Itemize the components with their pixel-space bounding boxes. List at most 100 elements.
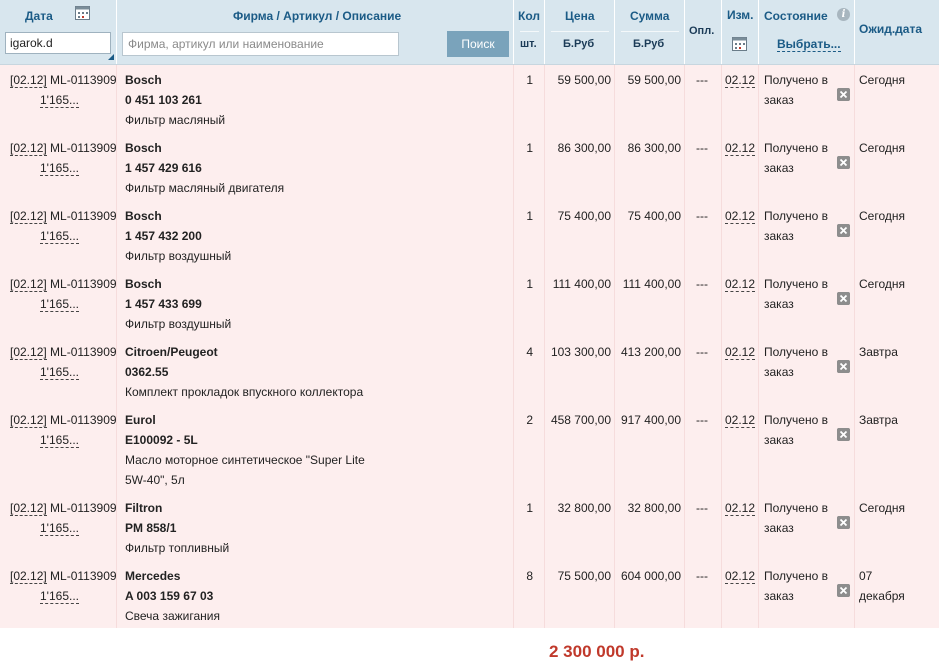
row-sub[interactable]: 1'165... — [40, 294, 79, 314]
row-date[interactable]: [02.12] ML-0113909 — [10, 342, 117, 362]
calendar-icon[interactable] — [732, 37, 747, 51]
header-date: Дата — [0, 0, 116, 64]
row-sub-link[interactable]: 1'165... — [40, 434, 79, 448]
row-changed[interactable]: 02.12 — [725, 498, 756, 518]
row-changed[interactable]: 02.12 — [725, 342, 756, 362]
row-brand: Bosch — [125, 209, 162, 223]
row-qty: 8 — [526, 569, 533, 583]
resize-handle-icon[interactable] — [108, 54, 114, 60]
header-paid-title[interactable]: Опл. — [689, 25, 714, 37]
row-qty: 1 — [526, 141, 533, 155]
row-changed-link[interactable]: 02.12 — [725, 502, 756, 516]
row-date-link[interactable]: [02.12] — [10, 346, 47, 360]
row-sub[interactable]: 1'165... — [40, 518, 79, 538]
row-sub[interactable]: 1'165... — [40, 586, 79, 606]
row-date[interactable]: [02.12] ML-0113909 — [10, 498, 117, 518]
row-sub-link[interactable]: 1'165... — [40, 230, 79, 244]
remove-icon[interactable] — [837, 584, 850, 597]
row-sub-link[interactable]: 1'165... — [40, 94, 79, 108]
date-filter-input[interactable] — [5, 32, 111, 54]
row-order-number: ML-0113909 — [50, 345, 117, 359]
row-description: Масло моторное синтетическое "Super Lite — [125, 453, 365, 467]
header-firm: Фирма / Артикул / Описание Поиск — [116, 0, 514, 64]
row-sub[interactable]: 1'165... — [40, 430, 79, 450]
header-price-title[interactable]: Цена — [565, 9, 595, 23]
row-changed[interactable]: 02.12 — [725, 566, 756, 586]
row-sub[interactable]: 1'165... — [40, 362, 79, 382]
row-changed-link[interactable]: 02.12 — [725, 142, 756, 156]
row-date-link[interactable]: [02.12] — [10, 414, 47, 428]
header-changed-title[interactable]: Изм. — [727, 8, 754, 22]
state-choose-link[interactable]: Выбрать... — [777, 38, 841, 52]
row-date[interactable]: [02.12] ML-0113909 — [10, 274, 117, 294]
search-input[interactable] — [122, 32, 399, 56]
row-sub[interactable]: 1'165... — [40, 226, 79, 246]
row-date[interactable]: [02.12] ML-0113909 — [10, 70, 117, 90]
row-description: 5W-40", 5л — [125, 473, 185, 487]
header-sum-title[interactable]: Сумма — [630, 9, 669, 23]
row-changed-link[interactable]: 02.12 — [725, 414, 756, 428]
remove-icon[interactable] — [837, 428, 850, 441]
header-qty-title[interactable]: Кол — [518, 9, 540, 23]
row-changed-link[interactable]: 02.12 — [725, 74, 756, 88]
row-sub-link[interactable]: 1'165... — [40, 298, 79, 312]
remove-icon[interactable] — [837, 360, 850, 373]
row-changed[interactable]: 02.12 — [725, 274, 756, 294]
row-price: 458 700,00 — [550, 413, 611, 427]
remove-icon[interactable] — [837, 516, 850, 529]
remove-icon[interactable] — [837, 88, 850, 101]
row-date-link[interactable]: [02.12] — [10, 278, 47, 292]
row-date[interactable]: [02.12] ML-0113909 — [10, 138, 117, 158]
remove-icon[interactable] — [837, 292, 850, 305]
row-changed[interactable]: 02.12 — [725, 206, 756, 226]
row-state: Получено в заказ — [764, 413, 828, 447]
row-date[interactable]: [02.12] ML-0113909 — [10, 566, 117, 586]
header-expected-title[interactable]: Ожид.дата — [859, 22, 922, 36]
row-sub-link[interactable]: 1'165... — [40, 162, 79, 176]
row-description: Комплект прокладок впускного коллектора — [125, 385, 364, 399]
row-state: Получено в заказ — [764, 209, 828, 243]
row-changed-link[interactable]: 02.12 — [725, 210, 756, 224]
row-brand: Bosch — [125, 141, 162, 155]
header-changed: Изм. — [721, 0, 759, 64]
row-changed[interactable]: 02.12 — [725, 410, 756, 430]
row-changed[interactable]: 02.12 — [725, 70, 756, 90]
header-sum: Сумма Б.Руб — [614, 0, 685, 64]
info-icon[interactable]: i — [837, 8, 850, 21]
row-date[interactable]: [02.12] ML-0113909 — [10, 206, 117, 226]
row-sub[interactable]: 1'165... — [40, 90, 79, 110]
row-changed-link[interactable]: 02.12 — [725, 570, 756, 584]
row-paid: --- — [696, 345, 708, 359]
row-sub-link[interactable]: 1'165... — [40, 590, 79, 604]
row-article: 0362.55 — [125, 365, 169, 379]
row-changed[interactable]: 02.12 — [725, 138, 756, 158]
row-sum: 413 200,00 — [620, 345, 681, 359]
header-firm-title[interactable]: Фирма / Артикул / Описание — [233, 9, 401, 23]
search-button[interactable]: Поиск — [447, 31, 509, 57]
remove-icon[interactable] — [837, 224, 850, 237]
row-expected-date: Сегодня — [859, 73, 905, 87]
row-paid: --- — [696, 209, 708, 223]
row-article: 1 457 432 200 — [125, 229, 202, 243]
row-date-link[interactable]: [02.12] — [10, 502, 47, 516]
header-date-title[interactable]: Дата — [25, 9, 53, 23]
row-date-link[interactable]: [02.12] — [10, 74, 47, 88]
row-state: Получено в заказ — [764, 345, 828, 379]
row-article: PM 858/1 — [125, 521, 177, 535]
row-date-link[interactable]: [02.12] — [10, 142, 47, 156]
row-sub[interactable]: 1'165... — [40, 158, 79, 178]
row-sum: 59 500,00 — [627, 73, 681, 87]
row-sub-link[interactable]: 1'165... — [40, 366, 79, 380]
row-date-link[interactable]: [02.12] — [10, 210, 47, 224]
calendar-icon[interactable] — [75, 6, 90, 20]
row-date-link[interactable]: [02.12] — [10, 570, 47, 584]
row-changed-link[interactable]: 02.12 — [725, 278, 756, 292]
row-sum: 75 400,00 — [627, 209, 681, 223]
row-expected-date: Сегодня — [859, 141, 905, 155]
header-state-title[interactable]: Состояние — [764, 9, 828, 23]
row-sum: 917 400,00 — [620, 413, 681, 427]
remove-icon[interactable] — [837, 156, 850, 169]
row-sub-link[interactable]: 1'165... — [40, 522, 79, 536]
row-date[interactable]: [02.12] ML-0113909 — [10, 410, 117, 430]
row-changed-link[interactable]: 02.12 — [725, 346, 756, 360]
